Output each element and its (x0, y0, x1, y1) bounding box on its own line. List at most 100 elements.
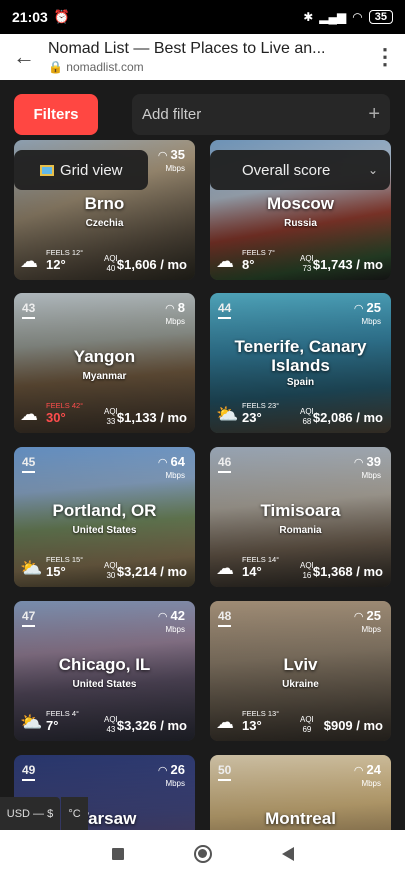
feels-like: FEELS 14° (242, 555, 280, 564)
lock-icon: 🔒 (48, 60, 63, 74)
grid-view-label: Grid view (60, 161, 123, 179)
rank-badge: 46 (218, 455, 232, 473)
temperature-unit-toggle[interactable]: °C (61, 797, 88, 830)
aqi: AQI 16 (300, 561, 314, 581)
wifi-icon: ◠ (157, 611, 168, 623)
internet-value: 39 (366, 454, 381, 469)
internet-speed: ◠ 24 Mbps (354, 761, 381, 788)
internet-unit: Mbps (361, 471, 381, 480)
internet-value: 25 (366, 300, 381, 315)
internet-speed: ◠ 8 Mbps (165, 299, 185, 326)
signal-icon: ▂▄▆ (319, 10, 347, 24)
add-filter-label: Add filter (142, 106, 202, 123)
rank-badge: 47 (22, 609, 36, 627)
city-card[interactable]: 45 ◠ 64 Mbps Portland, OR United States FE… (14, 447, 195, 587)
feels-like: FEELS 23° (242, 401, 280, 410)
rank-badge: 50 (218, 763, 232, 781)
temperature: 8° (242, 257, 255, 272)
country-name: United States (72, 525, 137, 536)
cost-of-living: $1,368 / mo (312, 564, 383, 579)
sun-cloud-icon: ⛅ (20, 712, 43, 732)
temperature: 13° (242, 718, 262, 733)
wifi-icon: ◠ (353, 303, 364, 315)
back-icon[interactable] (281, 847, 294, 861)
internet-value: 26 (170, 762, 185, 777)
aqi-value: 68 (302, 417, 312, 426)
filters-button[interactable]: Filters (14, 94, 98, 135)
internet-unit: Mbps (165, 164, 185, 173)
wifi-icon: ◠ (165, 303, 175, 315)
browser-toolbar: ← Nomad List — Best Places to Live an...… (0, 34, 405, 80)
city-name: Yangon (73, 347, 136, 366)
country-name: Czechia (85, 218, 124, 229)
cost-of-living: $909 / mo (323, 718, 383, 733)
internet-value: 42 (170, 608, 185, 623)
country-name: Russia (284, 218, 317, 229)
temperature: 14° (242, 564, 262, 579)
internet-speed: ◠ 42 Mbps (158, 607, 185, 634)
internet-value: 35 (170, 147, 185, 162)
sort-select[interactable]: Overall score ⌄ (210, 150, 390, 190)
cost-of-living: $1,606 / mo (116, 257, 187, 272)
battery-indicator: 35 (368, 10, 393, 24)
grid-view-button[interactable]: Grid view (14, 150, 148, 190)
chevron-down-icon: ⌄ (367, 163, 378, 177)
internet-unit: Mbps (165, 625, 185, 634)
aqi-value: 73 (302, 264, 312, 273)
feels-like: FEELS 12° (46, 248, 84, 257)
country-name: Ukraine (282, 679, 319, 690)
internet-speed: ◠ 39 Mbps (354, 453, 381, 480)
wifi-icon: ◠ (157, 765, 168, 777)
cost-of-living: $3,326 / mo (116, 718, 187, 733)
recents-icon[interactable] (111, 848, 124, 860)
bluetooth-icon: ✱ (303, 10, 314, 24)
internet-speed: ◠ 25 Mbps (354, 299, 381, 326)
aqi: AQI 68 (300, 407, 314, 427)
system-nav-bar (0, 830, 405, 878)
image-icon (40, 164, 54, 176)
rank-badge: 45 (22, 455, 36, 473)
aqi-label: AQI (104, 254, 118, 263)
clock: 21:03 (12, 9, 48, 25)
kebab-menu-icon[interactable]: ⋮ (365, 44, 405, 70)
aqi: AQI 40 (104, 254, 118, 274)
wifi-icon: ◠ (352, 10, 363, 24)
city-card[interactable]: 48 ◠ 25 Mbps Lviv Ukraine FEELS 13° ☁ 13° … (210, 601, 391, 741)
city-card[interactable]: 47 ◠ 42 Mbps Chicago, IL United States FEE… (14, 601, 195, 741)
aqi-label: AQI (300, 561, 314, 570)
aqi-value: 43 (106, 725, 116, 734)
city-card[interactable]: 44 ◠ 25 Mbps Tenerife, Canary Islands Spai… (210, 293, 391, 433)
page-domain: 🔒 nomadlist.com (48, 60, 365, 74)
feels-like: FEELS 42° (46, 401, 84, 410)
city-name: Chicago, IL (58, 655, 151, 674)
back-arrow-icon[interactable]: ← (0, 44, 48, 70)
wifi-icon: ◠ (353, 457, 364, 469)
cloud-icon: ☁ (216, 558, 234, 578)
temperature: 30° (46, 410, 66, 425)
cloud-icon: ☁ (20, 404, 38, 424)
currency-selector[interactable]: USD — $ (0, 797, 60, 830)
city-name: Tenerife, Canary Islands (234, 337, 367, 375)
temperature: 7° (46, 718, 59, 733)
city-list[interactable]: Filters Add filter + Grid view Overall s… (0, 80, 405, 830)
home-icon[interactable] (193, 845, 212, 863)
cost-of-living: $2,086 / mo (312, 410, 383, 425)
cloud-icon: ☁ (216, 251, 234, 271)
feels-like: FEELS 13° (242, 709, 280, 718)
rank-badge: 43 (22, 301, 36, 319)
city-card[interactable]: 43 ◠ 8 Mbps Yangon Myanmar FEELS 42° ☁ 30°… (14, 293, 195, 433)
cost-of-living: $3,214 / mo (116, 564, 187, 579)
city-card[interactable]: 50 ◠ 24 Mbps Montreal (210, 755, 391, 830)
city-name: Lviv (283, 655, 318, 674)
internet-unit: Mbps (165, 471, 185, 480)
aqi-label: AQI (104, 561, 118, 570)
city-card[interactable]: 46 ◠ 39 Mbps Timisoara Romania FEELS 14° ☁… (210, 447, 391, 587)
wifi-icon: ◠ (353, 611, 364, 623)
domain-text: nomadlist.com (66, 60, 144, 74)
add-filter-button[interactable]: Add filter + (132, 94, 390, 135)
internet-unit: Mbps (165, 317, 185, 326)
aqi-value: 69 (302, 725, 312, 734)
address-bar[interactable]: Nomad List — Best Places to Live an... 🔒… (48, 40, 365, 74)
aqi: AQI 73 (300, 254, 314, 274)
aqi: AQI 43 (104, 715, 118, 735)
